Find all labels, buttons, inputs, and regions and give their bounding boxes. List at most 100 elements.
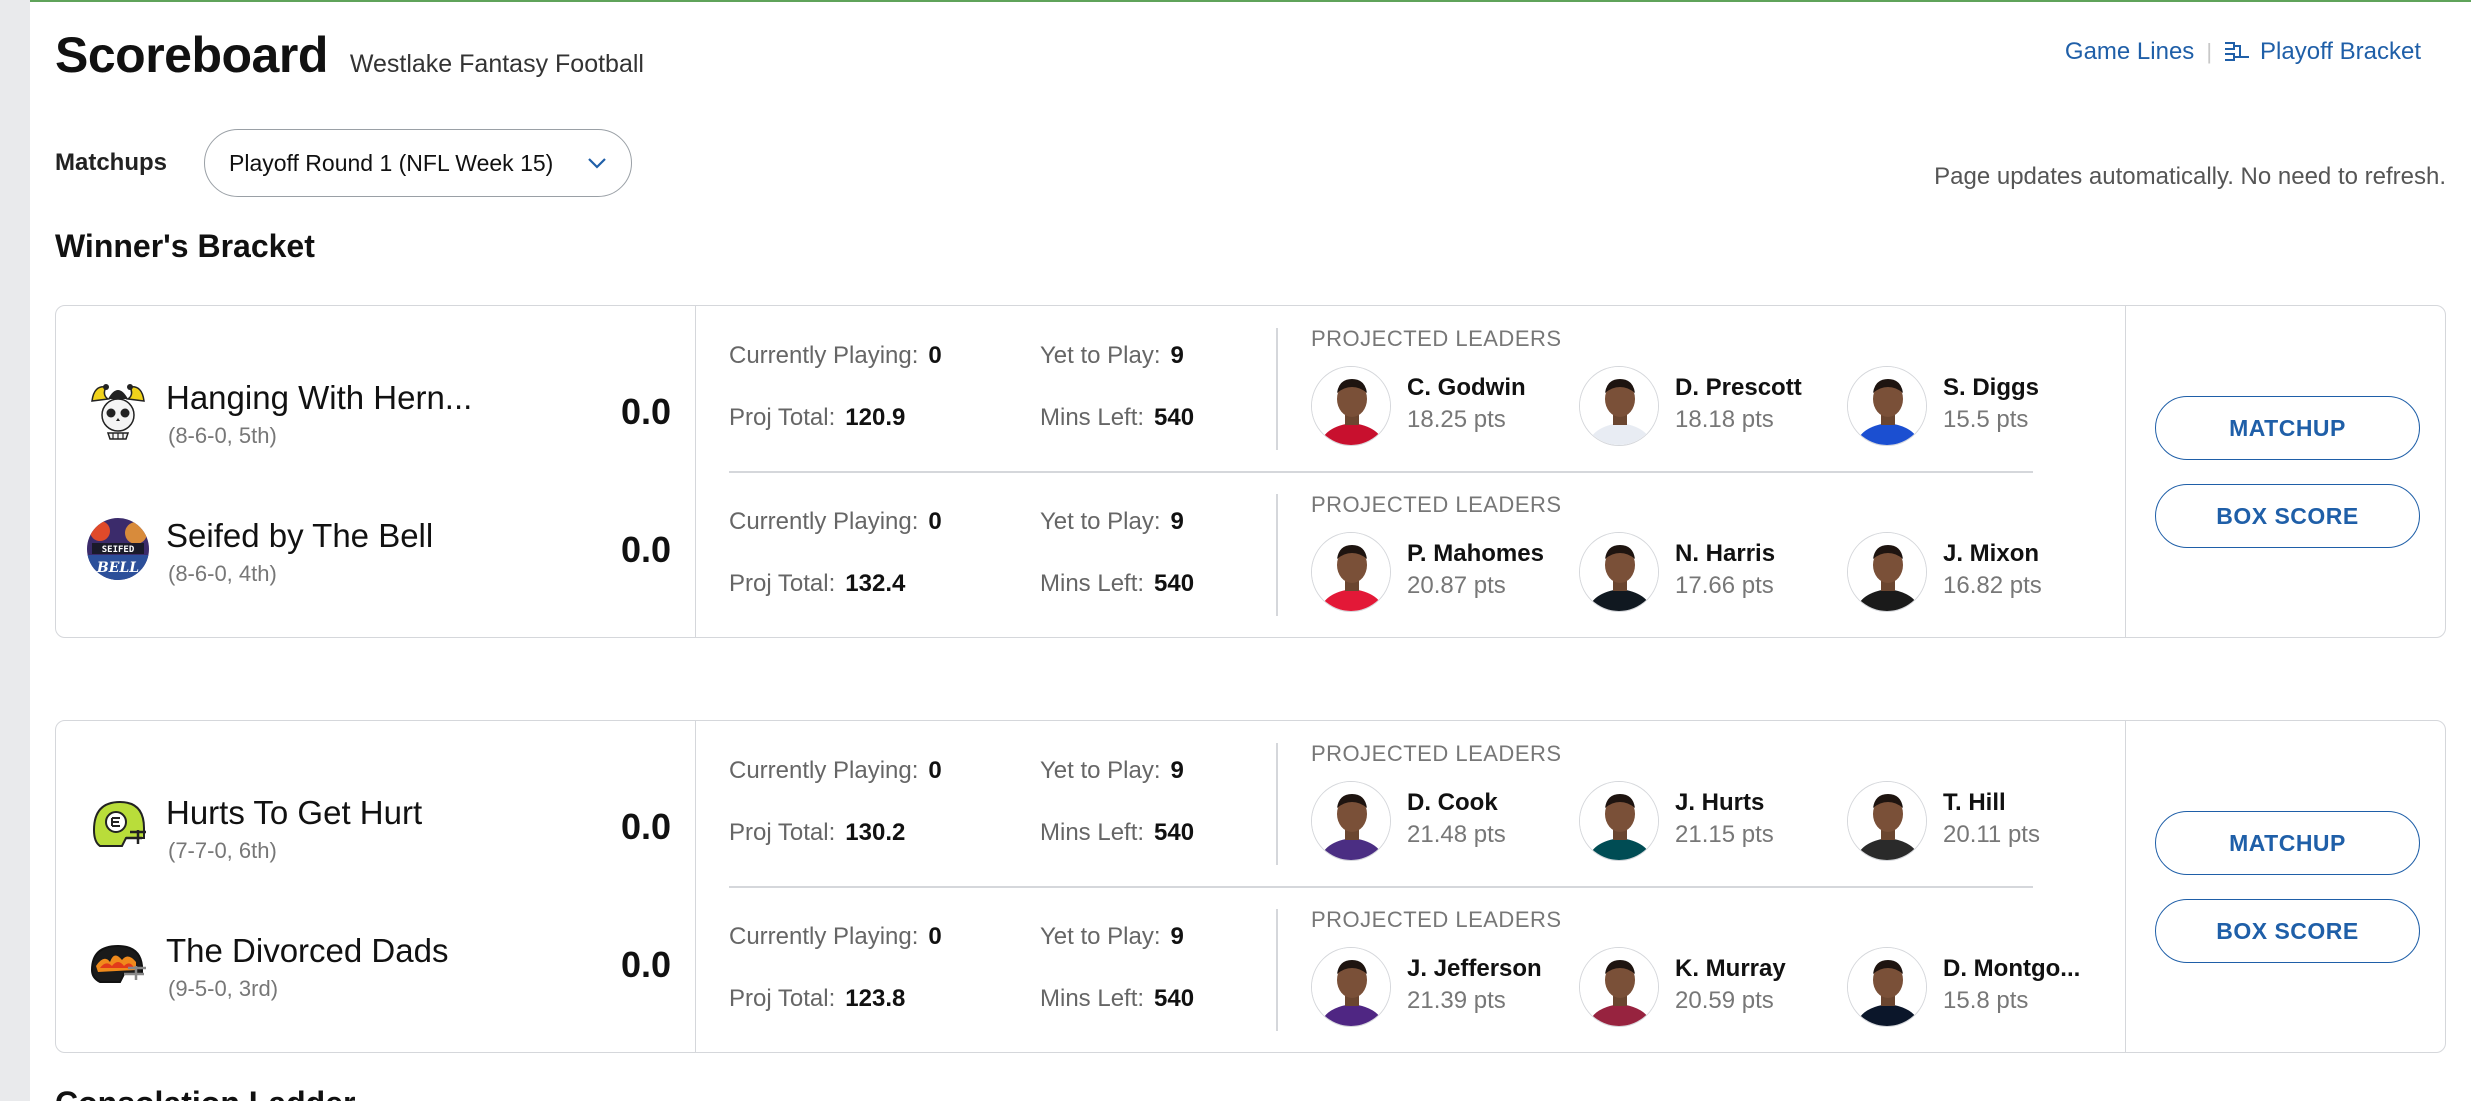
player-avatar (1847, 781, 1927, 861)
player-name: J. Hurts (1675, 789, 1765, 816)
team-logo-seifed-icon: SEIFED BELL (87, 518, 149, 580)
player-avatar (1579, 532, 1659, 612)
projected-leader[interactable]: D. Montgo... 15.8 pts (1847, 947, 2107, 1027)
projected-leader[interactable]: J. Hurts 21.15 pts (1579, 781, 1839, 861)
player-headshot-icon (1312, 533, 1390, 611)
team-stats-panel: Currently Playing: 0 Yet to Play: 9 Proj T… (696, 721, 2046, 887)
teams-column: Hanging With Hern... (8-6-0, 5th) 0.0 SE… (56, 306, 696, 637)
currently-playing-stat: Currently Playing: 0 (729, 923, 942, 950)
player-points: 20.87 pts (1407, 572, 1506, 599)
team-row[interactable]: SEIFED BELL Seifed by The Bell (8-6-0, 4… (56, 499, 696, 599)
league-name: Westlake Fantasy Football (349, 50, 644, 78)
team-row[interactable]: Hanging With Hern... (8-6-0, 5th) 0.0 (56, 361, 696, 461)
player-avatar (1311, 366, 1391, 446)
team-name[interactable]: Hurts To Get Hurt (166, 794, 422, 832)
yet-to-play-value: 9 (1170, 342, 1184, 369)
team-score: 0.0 (620, 944, 671, 985)
yet-to-play-stat: Yet to Play: 9 (1040, 508, 1184, 535)
game-lines-link[interactable]: Game Lines (2065, 38, 2194, 66)
player-avatar (1311, 947, 1391, 1027)
projected-leader[interactable]: N. Harris 17.66 pts (1579, 532, 1839, 612)
mins-left-stat: Mins Left: 540 (1040, 985, 1195, 1012)
projected-leader[interactable]: J. Mixon 16.82 pts (1847, 532, 2107, 612)
team-score: 0.0 (620, 529, 671, 570)
team-name[interactable]: Hanging With Hern... (166, 379, 472, 417)
svg-text:BELL: BELL (96, 560, 139, 576)
player-avatar (1847, 947, 1927, 1027)
matchup-card: Hanging With Hern... (8-6-0, 5th) 0.0 SE… (55, 305, 2446, 638)
yet-to-play-stat: Yet to Play: 9 (1040, 757, 1184, 784)
player-name: C. Godwin (1407, 374, 1526, 401)
box-score-button[interactable]: BOX SCORE (2155, 484, 2420, 548)
projected-leader[interactable]: T. Hill 20.11 pts (1847, 781, 2107, 861)
player-points: 15.8 pts (1943, 987, 2029, 1014)
player-name: D. Cook (1407, 789, 1498, 816)
player-points: 15.5 pts (1943, 406, 2029, 433)
team-stats-panel: Currently Playing: 0 Yet to Play: 9 Proj T… (696, 472, 2046, 638)
player-headshot-icon (1312, 782, 1390, 860)
projected-leader[interactable]: C. Godwin 18.25 pts (1311, 366, 1571, 446)
box-score-button[interactable]: BOX SCORE (2155, 899, 2420, 963)
team-row[interactable]: Hurts To Get Hurt (7-7-0, 6th) 0.0 (56, 776, 696, 876)
player-headshot-icon (1580, 533, 1658, 611)
projected-leader[interactable]: S. Diggs 15.5 pts (1847, 366, 2107, 446)
player-headshot-icon (1848, 367, 1926, 445)
player-avatar (1579, 366, 1659, 446)
mins-left-value: 540 (1154, 570, 1195, 597)
currently-playing-value: 0 (928, 342, 942, 369)
currently-playing-value: 0 (928, 508, 942, 535)
player-avatar (1847, 366, 1927, 446)
currently-playing-value: 0 (928, 757, 942, 784)
player-headshot-icon (1312, 948, 1390, 1026)
stats-divider (1276, 909, 1278, 1031)
player-points: 18.18 pts (1675, 406, 1774, 433)
player-headshot-icon (1580, 367, 1658, 445)
proj-total-stat: Proj Total: 120.9 (729, 404, 906, 431)
team-name[interactable]: The Divorced Dads (166, 932, 448, 970)
projected-leader[interactable]: J. Jefferson 21.39 pts (1311, 947, 1571, 1027)
team-score: 0.0 (620, 806, 671, 847)
projected-leader[interactable]: D. Prescott 18.18 pts (1579, 366, 1839, 446)
projected-leader[interactable]: P. Mahomes 20.87 pts (1311, 532, 1571, 612)
playoff-bracket-label: Playoff Bracket (2260, 38, 2421, 65)
mins-left-stat: Mins Left: 540 (1040, 570, 1195, 597)
team-record: (9-5-0, 3rd) (168, 976, 279, 1001)
left-gutter (0, 0, 30, 1101)
period-select[interactable]: Playoff Round 1 (NFL Week 15) (204, 129, 633, 197)
matchup-button[interactable]: MATCHUP (2155, 396, 2420, 460)
team-logo-flame-helmet-icon (90, 944, 146, 983)
proj-total-value: 120.9 (845, 404, 906, 431)
player-name: S. Diggs (1943, 374, 2040, 401)
playoff-bracket-link[interactable]: Playoff Bracket (2224, 38, 2421, 66)
team-record: (8-6-0, 5th) (168, 423, 277, 448)
player-headshot-icon (1848, 948, 1926, 1026)
matchup-button[interactable]: MATCHUP (2155, 811, 2420, 875)
player-avatar (1311, 781, 1391, 861)
yet-to-play-value: 9 (1170, 757, 1184, 784)
mins-left-value: 540 (1154, 819, 1195, 846)
player-headshot-icon (1580, 782, 1658, 860)
currently-playing-stat: Currently Playing: 0 (729, 342, 942, 369)
mins-left-value: 540 (1154, 404, 1195, 431)
player-name: D. Montgo... (1943, 955, 2081, 982)
player-points: 18.25 pts (1407, 406, 1506, 433)
projected-leaders-label: PROJECTED LEADERS (1311, 907, 1562, 932)
currently-playing-stat: Currently Playing: 0 (729, 508, 942, 535)
team-name[interactable]: Seifed by The Bell (166, 517, 433, 555)
player-name: N. Harris (1675, 540, 1776, 567)
projected-leader[interactable]: K. Murray 20.59 pts (1579, 947, 1839, 1027)
mins-left-stat: Mins Left: 540 (1040, 819, 1195, 846)
next-section-title: Consolation Ladder (55, 1085, 355, 1101)
player-points: 17.66 pts (1675, 572, 1774, 599)
projected-leaders-label: PROJECTED LEADERS (1311, 492, 1562, 517)
link-separator: | (2206, 39, 2213, 64)
projected-leader[interactable]: D. Cook 21.48 pts (1311, 781, 1571, 861)
projected-leaders-label: PROJECTED LEADERS (1311, 326, 1562, 351)
proj-total-stat: Proj Total: 123.8 (729, 985, 906, 1012)
stats-divider (1276, 328, 1278, 450)
period-select-value: Playoff Round 1 (NFL Week 15) (229, 149, 554, 176)
player-headshot-icon (1580, 948, 1658, 1026)
scoreboard-page: Scoreboard Westlake Fantasy Football Gam… (30, 0, 2471, 1101)
team-row[interactable]: The Divorced Dads (9-5-0, 3rd) 0.0 (56, 914, 696, 1014)
chevron-down-icon (588, 158, 606, 169)
